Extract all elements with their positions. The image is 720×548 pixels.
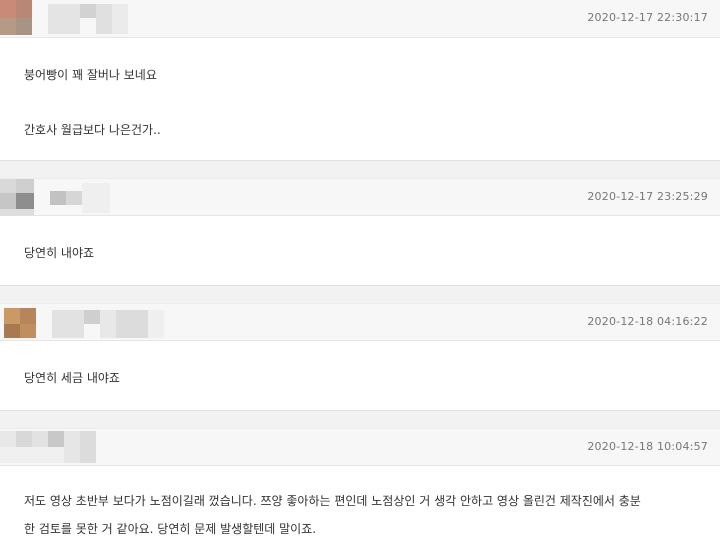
comment-text-line: 붕어빵이 꽤 잘버나 보네요	[24, 68, 157, 82]
comment-body: 당연히 세금 내야죠	[0, 341, 720, 409]
comment-text-line: 간호사 월급보다 나은건가..	[24, 123, 161, 137]
comment-item: 2020-12-17 23:25:29 당연히 내야죠	[0, 178, 720, 286]
comment-body: 저도 영상 초반부 보다가 노점이길래 껐습니다. 쯔양 좋아하는 편인데 노점…	[0, 466, 720, 548]
comment-divider	[0, 285, 720, 303]
comment-header: 2020-12-18 10:04:57	[0, 428, 720, 466]
comment-timestamp: 2020-12-18 10:04:57	[587, 440, 708, 453]
comment-timestamp: 2020-12-18 04:16:22	[587, 315, 708, 328]
comment-item: 2020-12-18 10:04:57 저도 영상 초반부 보다가 노점이길래 …	[0, 428, 720, 548]
comment-header: 2020-12-18 04:16:22	[0, 303, 720, 341]
comment-divider	[0, 160, 720, 178]
comment-text-line: 한 검토를 못한 거 같아요. 당연히 문제 발생할텐데 말이죠.	[24, 522, 317, 536]
comment-body: 당연히 내야죠	[0, 216, 720, 284]
comment-header: 2020-12-17 22:30:17	[0, 0, 720, 38]
comment-item: 2020-12-18 04:16:22 당연히 세금 내야죠	[0, 303, 720, 411]
comment-text-line: 저도 영상 초반부 보다가 노점이길래 껐습니다. 쯔양 좋아하는 편인데 노점…	[24, 494, 641, 508]
comment-text-line: 당연히 내야죠	[24, 246, 95, 260]
comment-timestamp: 2020-12-17 22:30:17	[587, 11, 708, 24]
comment-text-line: 당연히 세금 내야죠	[24, 371, 120, 385]
comment-divider	[0, 410, 720, 428]
comment-item: 2020-12-17 22:30:17 붕어빵이 꽤 잘버나 보네요 간호사 월…	[0, 0, 720, 162]
comment-header: 2020-12-17 23:25:29	[0, 178, 720, 217]
comment-timestamp: 2020-12-17 23:25:29	[587, 190, 708, 203]
comment-body: 붕어빵이 꽤 잘버나 보네요 간호사 월급보다 나은건가..	[0, 38, 720, 158]
comment-list: 2020-12-17 22:30:17 붕어빵이 꽤 잘버나 보네요 간호사 월…	[0, 0, 720, 548]
